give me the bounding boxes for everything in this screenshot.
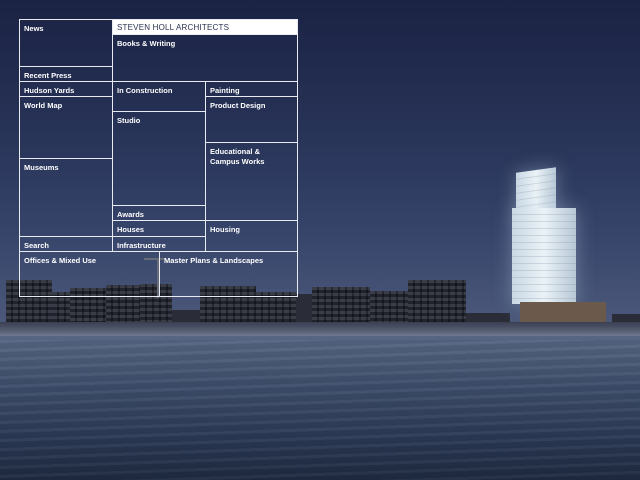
nav-painting[interactable]: Painting [205, 81, 298, 97]
nav-houses[interactable]: Houses [112, 220, 206, 237]
nav-news[interactable]: News [19, 19, 113, 67]
nav-hudson-yards[interactable]: Hudson Yards [19, 81, 113, 97]
nav-studio[interactable]: Studio [112, 111, 206, 206]
nav-books-writing[interactable]: Books & Writing [112, 34, 298, 82]
nav-in-construction[interactable]: In Construction [112, 81, 206, 112]
nav-infrastructure[interactable]: Infrastructure [112, 236, 206, 252]
nav-news-label: News [24, 24, 44, 33]
nav-awards[interactable]: Awards [112, 205, 206, 221]
nav-infrastructure-label: Infrastructure [117, 241, 166, 250]
nav-product-design[interactable]: Product Design [205, 96, 298, 143]
nav-recent-press[interactable]: Recent Press [19, 66, 113, 82]
nav-museums[interactable]: Museums [19, 158, 113, 237]
nav-hudson-yards-label: Hudson Yards [24, 86, 75, 95]
nav-world-map[interactable]: World Map [19, 96, 113, 159]
nav-search[interactable]: Search [19, 236, 113, 252]
nav-educational-campus-works[interactable]: Educational & Campus Works [205, 142, 298, 221]
nav-museums-label: Museums [24, 163, 59, 172]
nav-houses-label: Houses [117, 225, 145, 234]
nav-in-construction-label: In Construction [117, 86, 173, 95]
nav-search-label: Search [24, 241, 50, 250]
nav-awards-label: Awards [117, 210, 144, 219]
nav-housing[interactable]: Housing [205, 220, 298, 252]
nav-offices-mixed-use[interactable]: Offices & Mixed Use [19, 251, 160, 297]
nav-studio-label: Studio [117, 116, 141, 125]
navigation-grid: News Recent Press Hudson Yards World Map… [0, 0, 640, 480]
nav-educational-campus-works-label: Educational & Campus Works [210, 147, 265, 166]
nav-world-map-label: World Map [24, 101, 63, 110]
site-title[interactable]: STEVEN HOLL ARCHITECTS [112, 19, 298, 35]
nav-recent-press-label: Recent Press [24, 71, 72, 80]
nav-product-design-label: Product Design [210, 101, 266, 110]
nav-offices-mixed-use-label: Offices & Mixed Use [24, 256, 97, 265]
nav-master-plans-landscapes-label: Master Plans & Landscapes [164, 256, 264, 265]
nav-books-writing-label: Books & Writing [117, 39, 176, 48]
nav-master-plans-landscapes[interactable]: Master Plans & Landscapes [159, 251, 298, 297]
nav-painting-label: Painting [210, 86, 240, 95]
site-title-text: STEVEN HOLL ARCHITECTS [117, 23, 230, 32]
nav-housing-label: Housing [210, 225, 240, 234]
